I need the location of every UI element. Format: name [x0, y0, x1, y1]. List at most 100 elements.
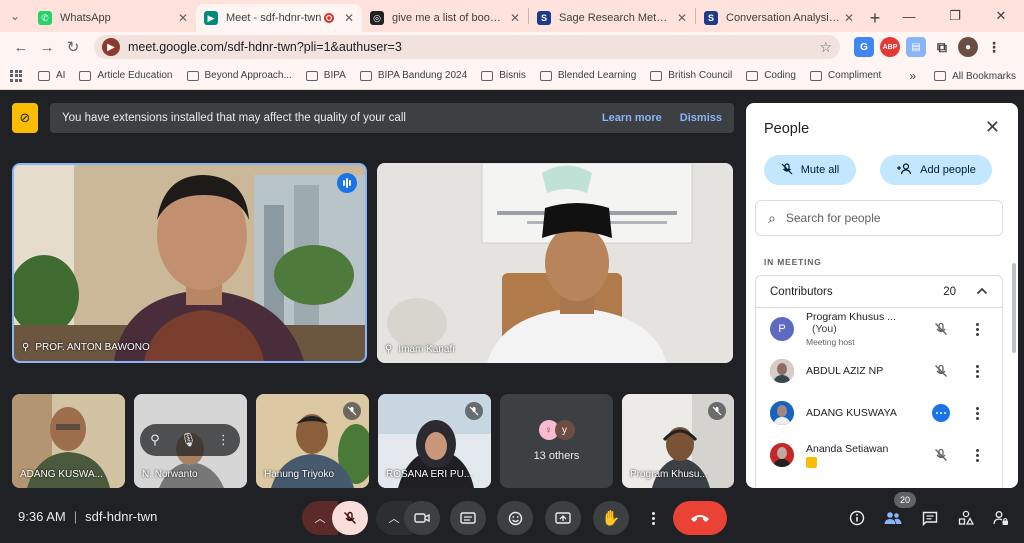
bookmark-folder-beyond-approach[interactable]: Beyond Approach... [186, 70, 292, 81]
participant-row[interactable]: ABDUL AZIZ NP [756, 350, 1002, 392]
host-controls-icon[interactable] [990, 507, 1012, 529]
avatar [770, 443, 794, 467]
close-tab-icon[interactable]: ✕ [677, 11, 687, 25]
video-tile-thumbnail[interactable]: Hanung Triyoko [256, 394, 369, 488]
bookmark-folder-bipa[interactable]: BIPA [305, 70, 346, 81]
mic-off-icon[interactable] [930, 364, 952, 378]
search-people-input[interactable]: ⌕ Search for people [755, 200, 1003, 236]
leave-call-button[interactable] [673, 501, 727, 535]
profile-avatar-icon[interactable]: ● [958, 37, 978, 57]
add-people-button[interactable]: Add people [880, 155, 992, 185]
folder-icon [746, 70, 759, 81]
captions-button[interactable] [450, 501, 486, 535]
pin-icon[interactable]: ⚲ [385, 344, 392, 355]
bookmark-folder-coding[interactable]: Coding [746, 70, 796, 81]
participant-row[interactable]: P Program Khusus ...(You) Meeting host [756, 308, 1002, 350]
others-avatars: ♀ y [538, 420, 575, 440]
contributors-header[interactable]: Contributors 20 [756, 276, 1002, 308]
more-options-icon[interactable] [966, 406, 988, 420]
participant-row[interactable]: Ananda Setiawan [756, 434, 1002, 476]
tab-whatsapp[interactable]: ✆ WhatsApp ✕ [30, 4, 196, 32]
minimize-icon[interactable]: — [886, 0, 932, 32]
bookmark-folder-british-council[interactable]: British Council [650, 70, 732, 81]
video-tile-main-speaker[interactable]: ⚲ PROF. ANTON BAWONO [12, 163, 367, 363]
participant-name: ADANG KUSWAYA [806, 407, 897, 419]
all-bookmarks-link[interactable]: All Bookmarks [952, 71, 1016, 82]
pin-icon[interactable]: ⚲ [150, 432, 160, 448]
bookmark-label: BIPA Bandung 2024 [377, 70, 468, 81]
adblock-plus-icon[interactable]: ABP [880, 37, 900, 57]
translate-extension-icon[interactable]: G [854, 37, 874, 57]
more-options-icon[interactable]: ⋮ [217, 432, 230, 448]
apps-grid-icon[interactable] [10, 69, 22, 82]
close-tab-icon[interactable]: ✕ [344, 11, 354, 25]
bookmark-folder-bisnis[interactable]: Bisnis [481, 70, 526, 81]
tab-meet[interactable]: ▶ Meet - sdf-hdnr-twn ✕ [196, 4, 362, 32]
close-window-icon[interactable]: ✕ [978, 0, 1024, 32]
present-screen-button[interactable] [545, 501, 581, 535]
new-tab-button[interactable]: + [862, 4, 888, 32]
browser-menu-icon[interactable]: ⋮ [984, 37, 1004, 57]
search-icon: ⌕ [768, 209, 776, 226]
mic-icon[interactable]: 🎙 [180, 432, 197, 448]
bookmark-folder-blended-learning[interactable]: Blended Learning [539, 70, 636, 81]
bookmark-folder-bipa-bandung[interactable]: BIPA Bandung 2024 [359, 70, 468, 81]
bookmark-label: AI [56, 70, 66, 81]
tab-search-icon[interactable]: ⌄ [0, 0, 30, 32]
people-icon[interactable] [882, 507, 904, 529]
mic-off-icon[interactable] [930, 322, 952, 336]
video-tile-thumbnail[interactable]: ⚲ 🎙 ⋮ N. Norwanto [134, 394, 247, 488]
chevron-up-icon: ︿ [314, 513, 326, 525]
mic-off-glyph [469, 406, 479, 416]
activities-icon[interactable] [955, 507, 977, 529]
more-options-button[interactable] [640, 501, 666, 535]
raise-hand-button[interactable]: ✋ [593, 501, 629, 535]
close-tab-icon[interactable]: ✕ [178, 11, 188, 25]
chevron-double-right-icon[interactable]: » [909, 69, 916, 83]
close-tab-icon[interactable]: ✕ [510, 11, 520, 25]
video-tile-participant[interactable]: ⚲ Imam Kanafi [377, 163, 733, 363]
avatar-photo [770, 401, 794, 425]
chevron-up-icon[interactable] [976, 286, 988, 298]
close-panel-icon[interactable]: ✕ [985, 117, 1000, 138]
pin-icon[interactable]: ⚲ [22, 342, 29, 353]
more-options-icon[interactable] [966, 364, 988, 378]
docs-extension-icon[interactable]: ▤ [906, 37, 926, 57]
video-tile-thumbnail[interactable]: ROSANA ERI PU... [378, 394, 491, 488]
bookmark-star-icon[interactable]: ☆ [819, 39, 832, 56]
participant-name: Ananda Setiawan [806, 442, 889, 455]
learn-more-link[interactable]: Learn more [602, 112, 662, 124]
bookmark-folder-ai[interactable]: AI [38, 70, 65, 81]
back-icon[interactable]: ← [8, 34, 34, 60]
mute-all-button[interactable]: Mute all [764, 155, 856, 185]
mic-off-icon[interactable] [930, 448, 952, 462]
meeting-info-icon[interactable] [846, 507, 868, 529]
dismiss-button[interactable]: Dismiss [680, 112, 722, 124]
reload-icon[interactable]: ↻ [60, 34, 86, 60]
restore-icon[interactable]: ❐ [932, 0, 978, 32]
participant-info: Program Khusus ...(You) Meeting host [806, 311, 916, 347]
more-options-icon[interactable] [966, 448, 988, 462]
others-tile[interactable]: ♀ y 13 others [500, 394, 613, 488]
address-bar[interactable]: ▶ meet.google.com/sdf-hdnr-twn?pli=1&aut… [94, 35, 840, 59]
video-tile-thumbnail[interactable]: Program Khusu... [622, 394, 734, 488]
tab-conversation-analysis[interactable]: S Conversation Analysis and D ✕ [696, 4, 862, 32]
reactions-button[interactable] [497, 501, 533, 535]
bookmark-folder-article-education[interactable]: Article Education [79, 70, 173, 81]
camera-toggle-button[interactable] [404, 501, 440, 535]
extensions-puzzle-icon[interactable]: ⧉ [932, 37, 952, 57]
video-tile-thumbnail[interactable]: ADANG KUSWA... [12, 394, 125, 488]
more-options-icon[interactable] [966, 322, 988, 336]
panel-scrollbar[interactable] [1012, 263, 1016, 353]
extension-warning-banner: ⊘ You have extensions installed that may… [12, 103, 734, 133]
forward-icon[interactable]: → [34, 34, 60, 60]
bookmark-folder-compliment[interactable]: Compliment [809, 70, 881, 81]
site-info-icon[interactable]: ▶ [102, 38, 120, 56]
tab-chatgpt[interactable]: ◎ give me a list of books on d ✕ [362, 4, 528, 32]
close-tab-icon[interactable]: ✕ [844, 11, 854, 25]
tab-sage-research[interactable]: S Sage Research Methods - C ✕ [529, 4, 695, 32]
add-people-label: Add people [920, 164, 976, 176]
chat-icon[interactable] [919, 507, 941, 529]
microphone-toggle-button[interactable] [332, 501, 368, 535]
participant-row[interactable]: ADANG KUSWAYA [756, 392, 1002, 434]
